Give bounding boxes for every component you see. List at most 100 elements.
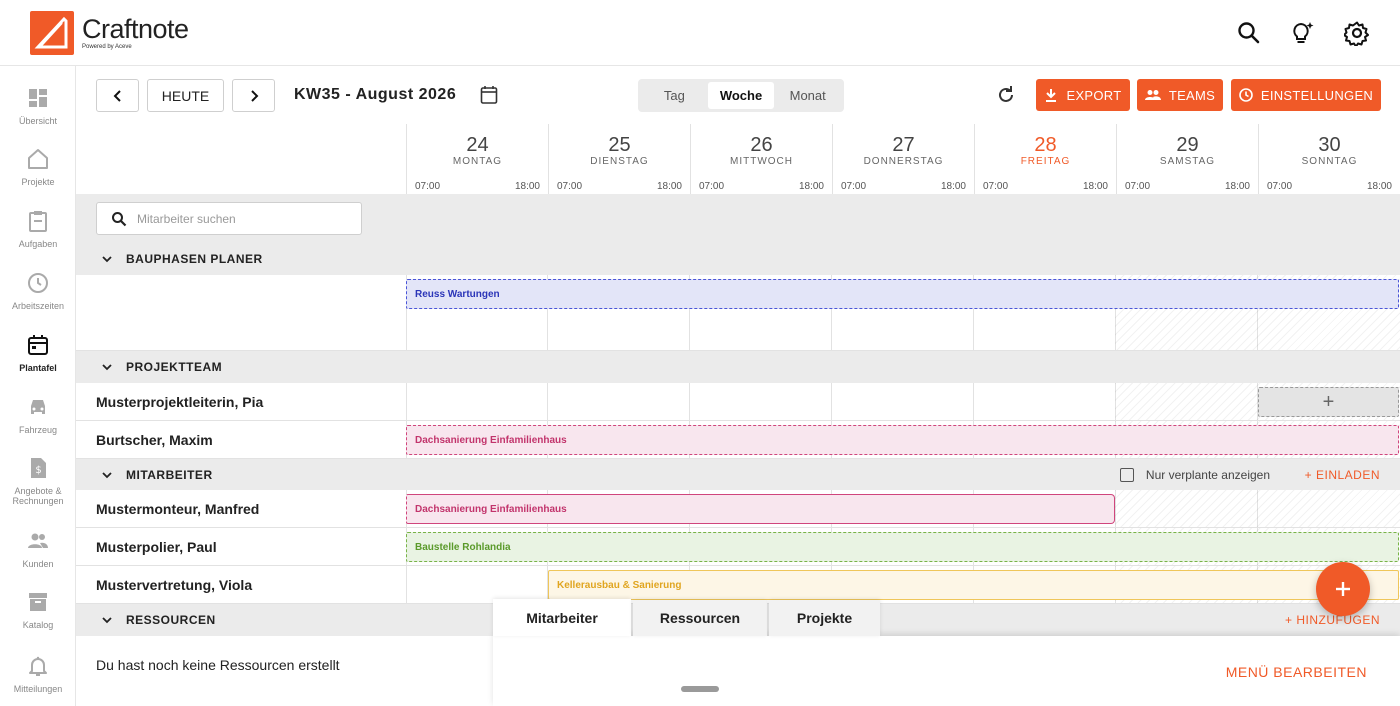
logo-mark-icon	[30, 11, 74, 55]
day-column-header[interactable]: 24 MONTAG 07:00 18:00	[406, 124, 548, 194]
chevron-down-icon	[102, 472, 112, 479]
sidebar-item-katalog[interactable]: Katalog	[0, 590, 76, 630]
booking-bar[interactable]: Reuss Wartungen	[406, 279, 1399, 309]
add-fab-button[interactable]	[1316, 562, 1370, 616]
chevron-right-icon	[250, 89, 258, 102]
craftnote-logo[interactable]: Craftnote Powered by Aceve	[30, 11, 189, 55]
day-column-header[interactable]: 26 MITTWOCH 07:00 18:00	[690, 124, 832, 194]
sidebar-label: Plantafel	[19, 363, 57, 373]
sheet-drag-handle[interactable]	[681, 686, 719, 692]
next-week-button[interactable]	[232, 79, 275, 112]
plus-icon	[1336, 582, 1350, 596]
export-label: EXPORT	[1066, 87, 1122, 103]
booking-bar[interactable]: Kellerausbau & Sanierung	[548, 570, 1399, 600]
sidebar-item-projekte[interactable]: Projekte	[0, 147, 76, 187]
settings-button[interactable]: EINSTELLUNGEN	[1231, 79, 1381, 111]
prev-week-button[interactable]	[96, 79, 139, 112]
sidebar-label: Fahrzeug	[18, 425, 58, 435]
sidebar-item-mitteilungen[interactable]: Mitteilungen	[0, 654, 76, 694]
sidebar-item-plantafel[interactable]: Plantafel	[0, 333, 76, 373]
day-column-header[interactable]: 30 SONNTAG 07:00 18:00	[1258, 124, 1400, 194]
brand-name: Craftnote	[82, 14, 189, 44]
day-number: 27	[892, 134, 915, 156]
home-icon	[26, 147, 50, 171]
day-number: 26	[750, 134, 773, 156]
search-icon[interactable]	[1236, 20, 1262, 46]
sidebar-item-uebersicht[interactable]: Übersicht	[0, 86, 76, 126]
group-title: MITARBEITER	[126, 468, 213, 482]
day-end-time: 18:00	[1366, 181, 1392, 192]
menu-edit-link[interactable]: MENÜ BEARBEITEN	[1226, 664, 1367, 680]
employee-search-input[interactable]: Mitarbeiter suchen	[96, 202, 362, 235]
employee-name[interactable]: Musterpolier, Paul	[96, 539, 217, 555]
gear-icon[interactable]	[1343, 20, 1370, 48]
day-column-header[interactable]: 29 SAMSTAG 07:00 18:00	[1116, 124, 1258, 194]
sidebar-label: Projekte	[21, 177, 55, 187]
add-booking-button[interactable]: +	[1258, 387, 1399, 417]
clipboard-icon	[26, 209, 50, 233]
sidebar-label: Aufgaben	[18, 239, 58, 249]
group-header-bauphasen[interactable]: BAUPHASEN PLANER	[76, 243, 1400, 275]
clock-icon	[1239, 88, 1253, 102]
day-column-header[interactable]: 25 DIENSTAG 07:00 18:00	[548, 124, 690, 194]
resource-row: Burtscher, Maxim Dachsanierung Einfamili…	[76, 421, 1400, 459]
day-end-time: 18:00	[1082, 181, 1108, 192]
sidebar-item-fahrzeug[interactable]: Fahrzeug	[0, 395, 76, 435]
refresh-icon[interactable]	[996, 85, 1016, 110]
only-planned-checkbox[interactable]: Nur verplante anzeigen	[1119, 468, 1270, 482]
sheet-tab-mitarbeiter[interactable]: Mitarbeiter	[493, 599, 631, 636]
view-tab-month[interactable]: Monat	[774, 82, 841, 109]
sheet-tab-projekte[interactable]: Projekte	[769, 600, 880, 636]
view-tab-week[interactable]: Woche	[707, 82, 775, 109]
employee-name[interactable]: Burtscher, Maxim	[96, 432, 213, 448]
people-icon	[1144, 90, 1161, 100]
resource-row: Mustervertretung, Viola Kellerausbau & S…	[76, 566, 1400, 604]
day-end-time: 18:00	[656, 181, 682, 192]
view-tab-day[interactable]: Tag	[641, 82, 708, 109]
plus-icon: +	[1322, 390, 1335, 413]
sidebar-label: Kunden	[22, 559, 54, 569]
day-column-header[interactable]: 27 DONNERSTAG 07:00 18:00	[832, 124, 974, 194]
settings-label: EINSTELLUNGEN	[1260, 87, 1374, 103]
chevron-down-icon	[102, 364, 112, 371]
sidebar-item-kunden[interactable]: Kunden	[0, 529, 76, 569]
empty-resources-text: Du hast noch keine Ressourcen erstellt	[96, 657, 340, 673]
bottom-sheet-tabs: Mitarbeiter Ressourcen Projekte	[493, 599, 880, 636]
booking-bar[interactable]: Baustelle Rohlandia	[406, 532, 1399, 562]
day-end-time: 18:00	[940, 181, 966, 192]
group-header-mitarbeiter[interactable]: MITARBEITER Nur verplante anzeigen + EIN…	[76, 459, 1400, 491]
bauphasen-row: Reuss Wartungen	[76, 275, 1400, 351]
calendar-icon	[26, 333, 50, 357]
employee-name[interactable]: Mustervertretung, Viola	[96, 577, 252, 593]
invoice-icon: $	[26, 456, 50, 480]
resource-row: Musterpolier, Paul Baustelle Rohlandia	[76, 528, 1400, 566]
search-placeholder: Mitarbeiter suchen	[137, 211, 236, 226]
invite-link[interactable]: + EINLADEN	[1305, 468, 1380, 482]
today-button[interactable]: HEUTE	[147, 79, 224, 112]
download-icon	[1046, 89, 1057, 102]
sidebar-item-angebote[interactable]: $ Angebote & Rechnungen	[0, 456, 76, 506]
add-resource-link[interactable]: + HINZUFÜGEN	[1285, 613, 1380, 627]
day-start-time: 07:00	[1125, 181, 1151, 192]
sidebar-item-aufgaben[interactable]: Aufgaben	[0, 209, 76, 249]
lightbulb-icon[interactable]	[1290, 20, 1316, 46]
employee-name[interactable]: Musterprojektleiterin, Pia	[96, 394, 263, 410]
day-number: 24	[466, 134, 489, 156]
sheet-tab-ressourcen[interactable]: Ressourcen	[633, 600, 767, 636]
day-start-time: 07:00	[1267, 181, 1293, 192]
chevron-left-icon	[113, 89, 121, 102]
day-column-header-today[interactable]: 28 FREITAG 07:00 18:00	[974, 124, 1116, 194]
day-name: DIENSTAG	[590, 156, 649, 167]
brand-sub: Powered by Aceve	[82, 44, 132, 50]
booking-bar[interactable]: Dachsanierung Einfamilienhaus	[406, 494, 1115, 524]
booking-bar[interactable]: Dachsanierung Einfamilienhaus	[406, 425, 1399, 455]
employee-name[interactable]: Mustermonteur, Manfred	[96, 501, 259, 517]
calendar-picker-icon[interactable]	[480, 85, 498, 110]
week-title: KW35 - August 2026	[294, 86, 457, 103]
day-name: SONNTAG	[1301, 156, 1358, 167]
export-button[interactable]: EXPORT	[1036, 79, 1130, 111]
sidebar-item-arbeitszeiten[interactable]: Arbeitszeiten	[0, 271, 76, 311]
group-header-projektteam[interactable]: PROJEKTTEAM	[76, 351, 1400, 383]
day-name: DONNERSTAG	[863, 156, 944, 167]
teams-button[interactable]: TEAMS	[1137, 79, 1223, 111]
